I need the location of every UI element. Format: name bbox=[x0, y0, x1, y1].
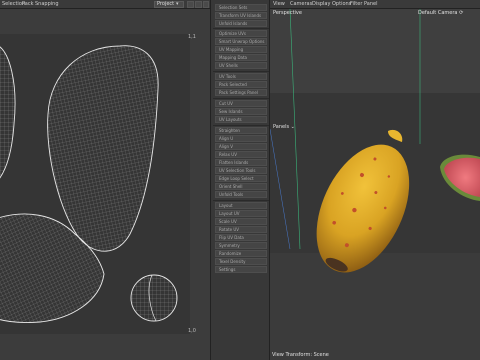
uv-island-center bbox=[47, 45, 159, 252]
tool-item[interactable]: UV Mapping bbox=[215, 46, 267, 53]
uv-corner-label-top: 1,1 bbox=[188, 34, 196, 40]
uv-corner-label-bottom: 1,0 bbox=[188, 328, 196, 334]
view-transform-label: View Transform: Scene bbox=[272, 352, 329, 358]
menu-options[interactable]: Options bbox=[332, 1, 351, 7]
project-dropdown[interactable]: Project bbox=[154, 1, 184, 8]
tool-item[interactable]: Flatten Islands bbox=[215, 159, 267, 166]
menu-cameras[interactable]: Cameras bbox=[290, 1, 312, 7]
tool-item[interactable]: Flip UV Data bbox=[215, 234, 267, 241]
perspective-label[interactable]: Perspective bbox=[273, 10, 302, 16]
divider bbox=[213, 28, 269, 29]
uv-toolkit-panel: Selection Sets Transform UV Islands Unfo… bbox=[210, 0, 270, 360]
uv-tool-button-1[interactable] bbox=[187, 1, 194, 8]
tool-item[interactable]: Optimize UVs bbox=[215, 30, 267, 37]
tool-item[interactable]: Sew Islands bbox=[215, 108, 267, 115]
menu-panel[interactable]: Panel bbox=[364, 1, 378, 7]
tool-item[interactable]: UV Layouts bbox=[215, 116, 267, 123]
tool-item[interactable]: Pack Settings Panel bbox=[215, 89, 267, 96]
tool-item[interactable]: Edge Loop Select bbox=[215, 175, 267, 182]
camera-label[interactable]: Default Camera ⟳ bbox=[418, 10, 463, 16]
tool-item[interactable]: Mapping Data bbox=[215, 54, 267, 61]
tool-item[interactable]: Relax UV bbox=[215, 151, 267, 158]
tool-item[interactable]: UV Selection Tools bbox=[215, 167, 267, 174]
menu-pack[interactable]: Pack bbox=[22, 1, 34, 7]
tool-item[interactable]: Rotate UV bbox=[215, 226, 267, 233]
tool-item[interactable]: Align V bbox=[215, 143, 267, 150]
tool-item[interactable]: Orient Shell bbox=[215, 183, 267, 190]
divider bbox=[213, 71, 269, 72]
tool-item[interactable]: Align U bbox=[215, 135, 267, 142]
uv-island-left bbox=[0, 46, 16, 179]
tool-item[interactable]: Scale UV bbox=[215, 218, 267, 225]
tool-item[interactable]: Unfold Islands bbox=[215, 20, 267, 27]
tool-item[interactable]: UV Shells bbox=[215, 62, 267, 69]
divider bbox=[213, 98, 269, 99]
menu-display[interactable]: Display bbox=[312, 1, 330, 7]
uv-island-round bbox=[130, 274, 178, 322]
panels-dropdown[interactable]: Panels ⌄ bbox=[273, 124, 295, 130]
tool-item[interactable]: Texel Density bbox=[215, 258, 267, 265]
tool-item[interactable]: Symmetry bbox=[215, 242, 267, 249]
chevron-down-icon[interactable]: ▾ bbox=[176, 1, 179, 7]
tool-item[interactable]: Cut UV bbox=[215, 100, 267, 107]
uv-islands bbox=[0, 45, 178, 323]
3d-scene bbox=[270, 9, 480, 360]
menu-view[interactable]: View bbox=[273, 1, 285, 7]
divider bbox=[213, 125, 269, 126]
uv-canvas[interactable] bbox=[0, 34, 190, 334]
tool-item[interactable]: Settings bbox=[215, 266, 267, 273]
tool-item[interactable]: Straighten bbox=[215, 127, 267, 134]
tool-item[interactable]: Pack Selected bbox=[215, 81, 267, 88]
tool-item[interactable]: UV Tools bbox=[215, 73, 267, 80]
tool-item[interactable]: Smart Unwrap Options bbox=[215, 38, 267, 45]
divider bbox=[213, 200, 269, 201]
tool-item[interactable]: Transform UV Islands bbox=[215, 12, 267, 19]
viewport-menubar: View Cameras Display Options Filter Pane… bbox=[270, 0, 480, 9]
uv-tool-button-3[interactable] bbox=[203, 1, 209, 8]
tool-item[interactable]: Selection Sets bbox=[215, 4, 267, 11]
tool-item[interactable]: Layout bbox=[215, 202, 267, 209]
tool-item[interactable]: Randomize bbox=[215, 250, 267, 257]
menu-filter[interactable]: Filter bbox=[350, 1, 362, 7]
tool-item[interactable]: Layout UV bbox=[215, 210, 267, 217]
menu-snapping[interactable]: Snapping bbox=[35, 1, 59, 7]
uv-tool-button-2[interactable] bbox=[195, 1, 202, 8]
tool-item[interactable]: Unfold Tools bbox=[215, 191, 267, 198]
3d-viewport[interactable] bbox=[270, 9, 480, 360]
